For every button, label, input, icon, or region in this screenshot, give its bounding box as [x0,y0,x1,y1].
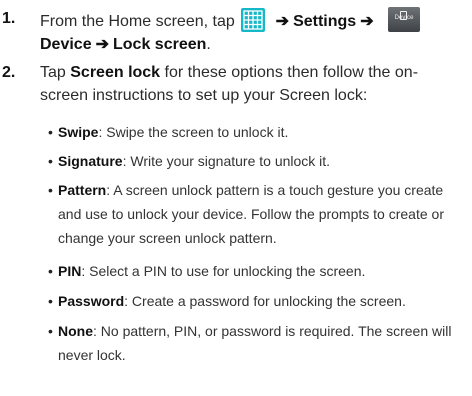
list-item: • Password: Create a password for unlock… [48,289,466,313]
instructions-page: 1. From the Home screen, tap ➔Settings [0,0,472,396]
step-1-prefix: From the Home screen, tap [40,13,235,30]
device-settings-icon: Device [388,7,421,32]
arrow-icon: ➔ [360,13,374,30]
step-1-period: . [206,36,211,53]
step-number: 1. [2,10,16,27]
list-item: • PIN: Select a PIN to use for unlocking… [48,259,466,283]
option-term: PIN [58,263,82,279]
option-desc: : Write your signature to unlock it. [122,153,331,169]
settings-label: Settings [293,13,357,30]
option-desc: : No pattern, PIN, or password is requir… [58,323,452,363]
bullet-icon: • [48,263,53,279]
option-desc: : Swipe the screen to unlock it. [98,124,289,140]
option-desc: : Select a PIN to use for unlocking the … [81,263,366,279]
bullet-icon: • [48,182,53,198]
bullet-icon: • [48,293,53,309]
arrow-icon: ➔ [95,36,109,53]
apps-grid-icon [241,8,266,32]
arrow-icon: ➔ [275,13,290,30]
option-term: Swipe [58,124,99,140]
list-item: • Swipe: Swipe the screen to unlock it. [48,120,466,144]
step-text: From the Home screen, tap ➔ Settings ➔ D… [40,7,465,56]
step-number: 2. [2,64,16,81]
option-term: Password [58,293,125,309]
step-text: Tap Screen lock for these options then f… [40,61,465,107]
device-icon-caption: Device [394,15,414,21]
option-term: Pattern [58,182,107,198]
bullet-icon: • [48,153,53,169]
option-desc: : Create a password for unlocking the sc… [124,293,406,309]
list-item: • Signature: Write your signature to unl… [48,149,466,173]
step-2-tap: Tap [40,64,66,81]
list-item: • Pattern: A screen unlock pattern is a … [48,178,466,250]
bullet-icon: • [48,323,53,339]
device-label: Device [40,36,92,53]
option-term: Signature [58,153,123,169]
lock-screen-label: Lock screen [113,36,207,53]
list-item: • None: No pattern, PIN, or password is … [48,319,466,367]
bullet-icon: • [48,124,53,140]
option-term: None [58,323,93,339]
option-desc: : A screen unlock pattern is a touch ges… [58,182,444,246]
screen-lock-label: Screen lock [70,64,161,81]
